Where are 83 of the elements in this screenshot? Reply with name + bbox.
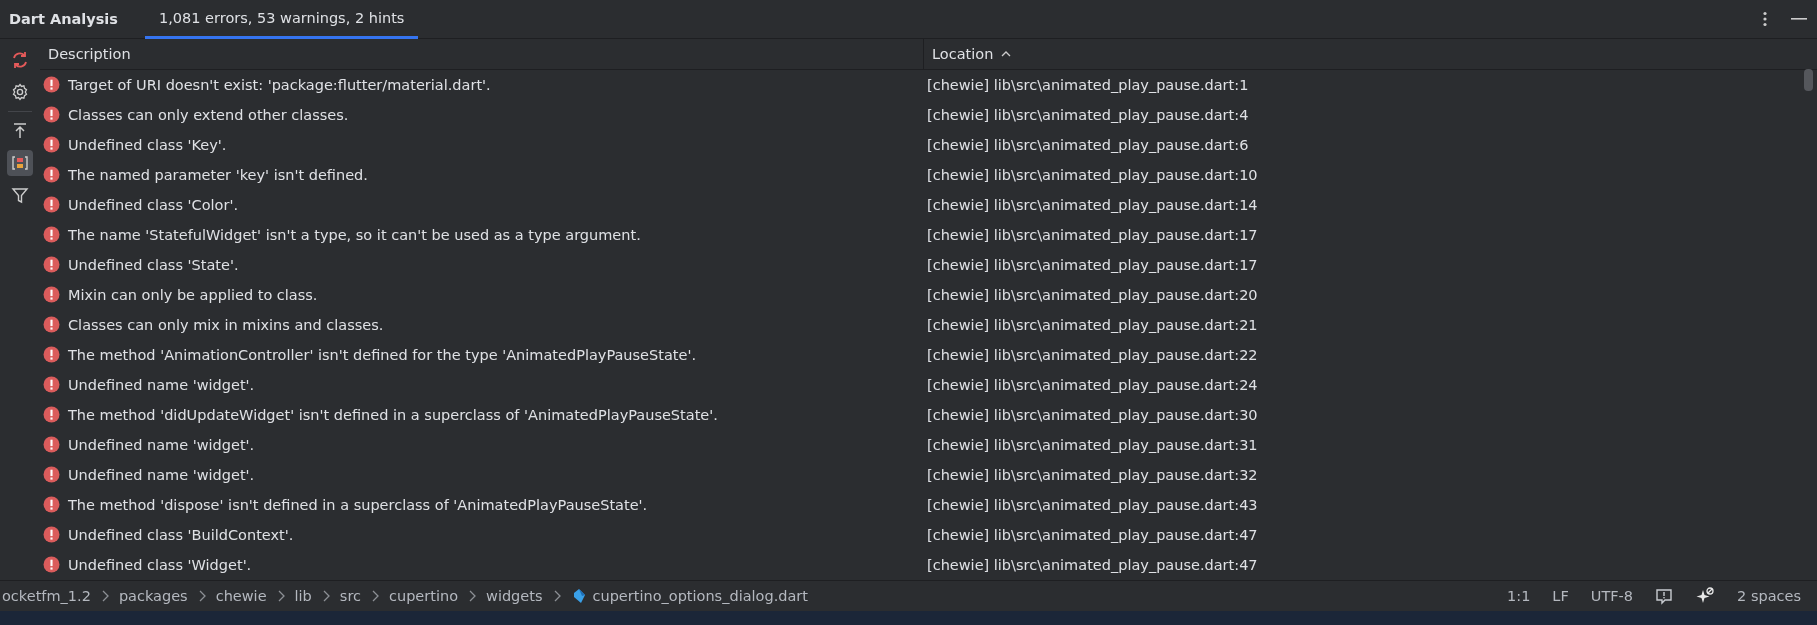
chevron-right-icon xyxy=(276,590,285,602)
problem-description: Undefined class 'Widget'. xyxy=(68,556,252,573)
error-icon xyxy=(43,526,60,544)
problem-location: [chewie] lib\src\animated_play_pause.dart:22 xyxy=(926,346,1259,363)
problem-location: [chewie] lib\src\animated_play_pause.dart:32 xyxy=(926,466,1259,483)
problem-location: [chewie] lib\src\animated_play_pause.dart:24 xyxy=(926,376,1259,393)
refresh-icon xyxy=(10,50,30,70)
chevron-right-icon xyxy=(321,590,330,602)
error-icon xyxy=(43,256,60,274)
filter-icon xyxy=(10,185,30,205)
problem-location: [chewie] lib\src\animated_play_pause.dart:6 xyxy=(926,136,1250,153)
error-icon xyxy=(43,466,60,484)
problem-description: Classes can only mix in mixins and classes. xyxy=(68,316,384,333)
error-icon xyxy=(43,136,60,154)
problem-location: [chewie] lib\src\animated_play_pause.dart:47 xyxy=(926,556,1259,573)
breadcrumb-item[interactable]: ocketfm_1.2 xyxy=(2,588,91,604)
breadcrumb-item[interactable]: cupertino_options_dialog.dart xyxy=(592,588,808,604)
message-icon[interactable] xyxy=(1655,587,1674,605)
error-icon xyxy=(43,226,60,244)
error-icon xyxy=(43,286,60,304)
problem-description: Undefined class 'State'. xyxy=(68,256,239,273)
problem-location: [chewie] lib\src\animated_play_pause.dart:30 xyxy=(926,406,1259,423)
chevron-right-icon xyxy=(552,590,561,602)
breadcrumb-item[interactable]: lib xyxy=(294,588,312,604)
status-bar-item[interactable]: UTF-8 xyxy=(1590,588,1634,604)
problem-description: Mixin can only be applied to class. xyxy=(68,286,318,303)
status-bar-item[interactable]: 2 spaces xyxy=(1737,588,1801,604)
problem-location: [chewie] lib\src\animated_play_pause.dart:17 xyxy=(926,226,1259,243)
panel-title: Dart Analysis xyxy=(8,10,119,29)
group-by-icon xyxy=(10,153,30,173)
group-toolbar-button[interactable] xyxy=(7,150,33,176)
error-icon xyxy=(43,166,60,184)
settings-icon xyxy=(10,82,30,102)
problem-description: Undefined name 'widget'. xyxy=(68,466,255,483)
problem-location: [chewie] lib\src\animated_play_pause.dart:20 xyxy=(926,286,1259,303)
problem-description: Undefined class 'BuildContext'. xyxy=(68,526,294,543)
problem-location: [chewie] lib\src\animated_play_pause.dart:17 xyxy=(926,256,1259,273)
error-icon xyxy=(43,556,60,574)
problem-description: The method 'dispose' isn't defined in a superclass of 'AnimatedPlayPauseState'. xyxy=(68,496,648,513)
problem-location: [chewie] lib\src\animated_play_pause.dart:47 xyxy=(926,526,1259,543)
breadcrumb-item[interactable]: packages xyxy=(118,588,188,604)
problem-location: [chewie] lib\src\animated_play_pause.dart:14 xyxy=(926,196,1259,213)
problem-description: Target of URI doesn't exist: 'package:flutter/material.dart'. xyxy=(68,76,491,93)
problem-location: [chewie] lib\src\animated_play_pause.dart:4 xyxy=(926,106,1250,123)
chevron-right-icon xyxy=(371,590,379,602)
error-icon xyxy=(43,436,60,454)
problem-description: The name 'StatefulWidget' isn't a type, so it can't be used as a type argument. xyxy=(68,226,641,243)
chevron-right-icon xyxy=(100,590,109,602)
problem-location: [chewie] lib\src\animated_play_pause.dart:31 xyxy=(926,436,1259,453)
problem-description: Undefined class 'Color'. xyxy=(68,196,239,213)
column-header[interactable]: Location xyxy=(932,45,994,62)
chevron-right-icon xyxy=(197,590,206,602)
error-icon xyxy=(43,346,60,364)
problem-description: Classes can only extend other classes. xyxy=(68,106,349,123)
error-icon xyxy=(43,406,60,424)
problem-description: Undefined name 'widget'. xyxy=(68,436,255,453)
breadcrumb-item[interactable]: widgets xyxy=(486,588,543,604)
status-bar-item[interactable]: LF xyxy=(1552,588,1569,604)
breadcrumb-item[interactable]: cupertino xyxy=(389,588,459,604)
error-icon xyxy=(43,106,60,124)
breadcrumb-item[interactable]: src xyxy=(339,588,361,604)
problem-description: The method 'didUpdateWidget' isn't defined in a superclass of 'AnimatedPlayPauseState'. xyxy=(68,406,718,423)
panel-tab[interactable]: 1,081 errors, 53 warnings, 2 hints xyxy=(145,0,419,39)
sort-ascending-icon xyxy=(1001,50,1012,57)
chevron-right-icon xyxy=(468,590,477,602)
more-options-icon[interactable] xyxy=(1763,11,1767,27)
problem-location: [chewie] lib\src\animated_play_pause.dart:43 xyxy=(926,496,1259,513)
problem-description: Undefined class 'Key'. xyxy=(68,136,227,153)
problem-description: The method 'AnimationController' isn't defined for the type 'AnimatedPlayPauseState'. xyxy=(68,346,696,363)
problem-location: [chewie] lib\src\animated_play_pause.dart:21 xyxy=(926,316,1259,333)
problem-description: The named parameter 'key' isn't defined. xyxy=(68,166,368,183)
column-header[interactable]: Description xyxy=(48,45,131,62)
problem-location: [chewie] lib\src\animated_play_pause.dart:10 xyxy=(926,166,1259,183)
problem-description: Undefined name 'widget'. xyxy=(68,376,255,393)
problem-location: [chewie] lib\src\animated_play_pause.dart:1 xyxy=(926,76,1250,93)
status-bar-item[interactable]: 1:1 xyxy=(1507,588,1531,604)
error-icon xyxy=(43,316,60,334)
breadcrumb-item[interactable]: chewie xyxy=(215,588,267,604)
error-icon xyxy=(43,196,60,214)
error-icon xyxy=(43,376,60,394)
error-icon xyxy=(43,496,60,514)
error-icon xyxy=(43,76,60,94)
scrollbar-thumb[interactable] xyxy=(1804,69,1813,91)
